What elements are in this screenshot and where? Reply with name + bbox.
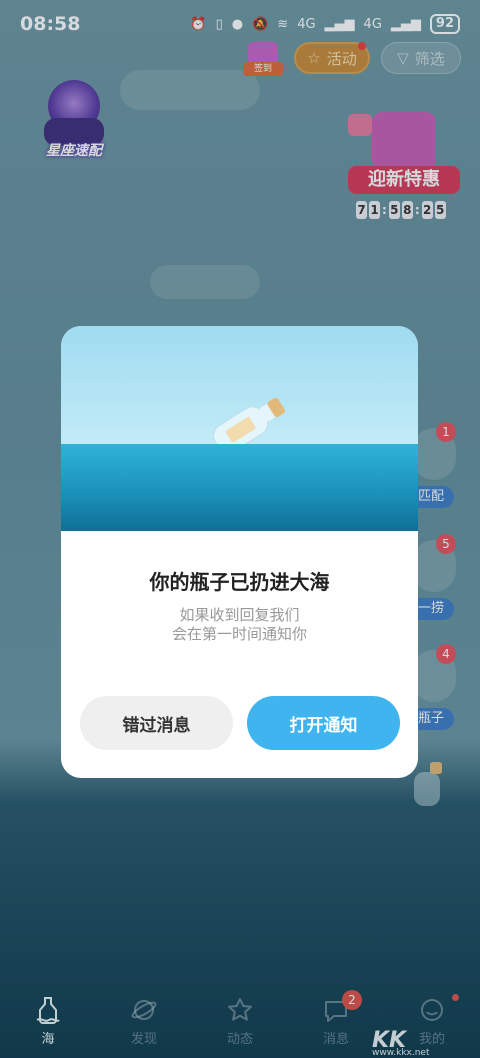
dialog-subtitle-line: 会在第一时间通知你 xyxy=(171,625,307,643)
miss-messages-button[interactable]: 错过消息 xyxy=(80,696,233,750)
watermark-logo: KK www.kkx.net xyxy=(372,1028,478,1058)
dialog-illustration-sea xyxy=(61,444,418,531)
dialog-subtitle: 如果收到回复我们 会在第一时间通知你 xyxy=(61,606,418,644)
dialog-subtitle-line: 如果收到回复我们 xyxy=(179,606,300,624)
dialog-title: 你的瓶子已扔进大海 xyxy=(149,570,330,594)
bottle-sent-dialog: 你的瓶子已扔进大海 如果收到回复我们 会在第一时间通知你 错过消息 打开通知 xyxy=(61,326,418,778)
watermark-url: www.kkx.net xyxy=(372,1048,430,1058)
enable-notifications-button[interactable]: 打开通知 xyxy=(247,696,400,750)
